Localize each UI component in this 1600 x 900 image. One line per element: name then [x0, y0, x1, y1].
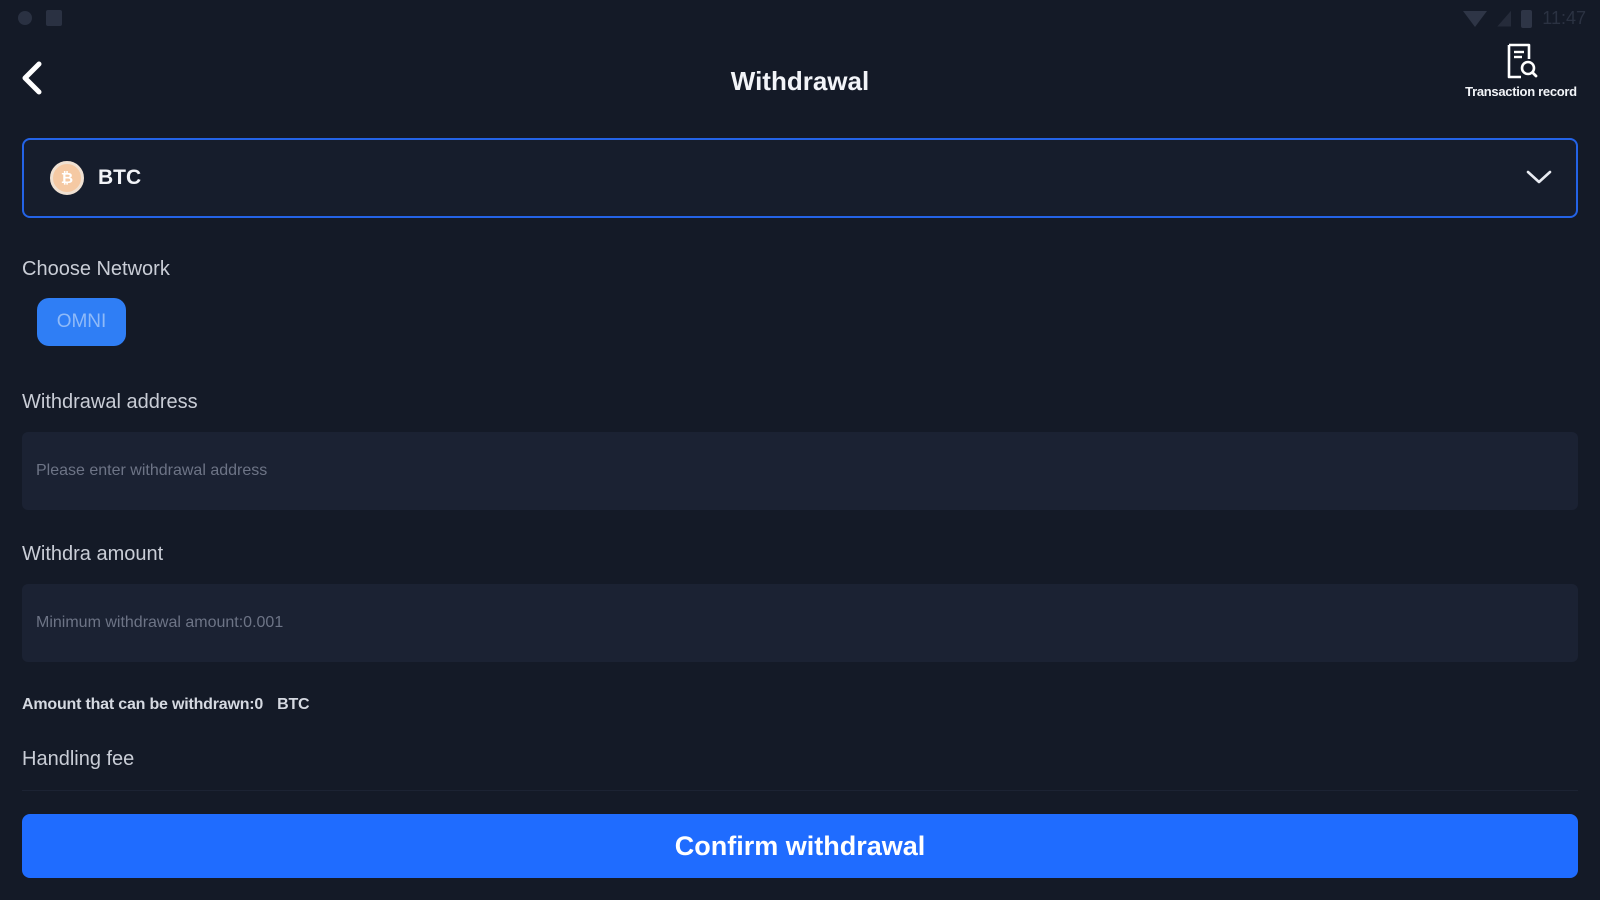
status-time: 11:47 — [1542, 8, 1586, 28]
signal-icon — [1497, 10, 1512, 27]
coin-selector[interactable]: ₿ BTC — [22, 138, 1578, 218]
withdrawal-page: 11:47 Withdrawal Transaction record ₿ BT… — [0, 0, 1600, 900]
transaction-record-button[interactable]: Transaction record — [1456, 42, 1586, 99]
withdraw-amount-field — [22, 584, 1578, 662]
withdraw-amount-label: Withdra amount — [22, 543, 164, 565]
btc-coin-icon: ₿ — [50, 161, 84, 195]
wifi-icon — [1463, 10, 1488, 27]
withdrawal-address-input[interactable] — [22, 432, 1578, 510]
handling-fee-divider — [22, 790, 1578, 791]
sim-icon — [46, 10, 62, 26]
battery-icon — [1521, 9, 1533, 28]
withdrawal-address-label: Withdrawal address — [22, 391, 198, 413]
handling-fee-label: Handling fee — [22, 748, 135, 770]
network-option-omni[interactable]: OMNI — [37, 298, 126, 346]
available-amount-unit: BTC — [277, 696, 310, 713]
page-title: Withdrawal — [730, 66, 870, 96]
available-amount: Amount that can be withdrawn:0 BTC — [22, 696, 310, 714]
header: Withdrawal Transaction record — [0, 36, 1600, 128]
chevron-down-icon — [1526, 170, 1552, 184]
withdraw-amount-input[interactable] — [22, 584, 1578, 662]
coin-name: BTC — [98, 166, 142, 189]
withdrawal-address-field — [22, 432, 1578, 510]
available-amount-text: Amount that can be withdrawn:0 — [22, 696, 264, 713]
status-bar: 11:47 — [0, 0, 1600, 36]
confirm-withdrawal-button[interactable]: Confirm withdrawal — [22, 814, 1578, 878]
receipt-search-icon — [1507, 43, 1538, 79]
notification-icon — [18, 11, 32, 25]
choose-network-label: Choose Network — [22, 258, 170, 280]
transaction-record-label: Transaction record — [1465, 84, 1577, 99]
